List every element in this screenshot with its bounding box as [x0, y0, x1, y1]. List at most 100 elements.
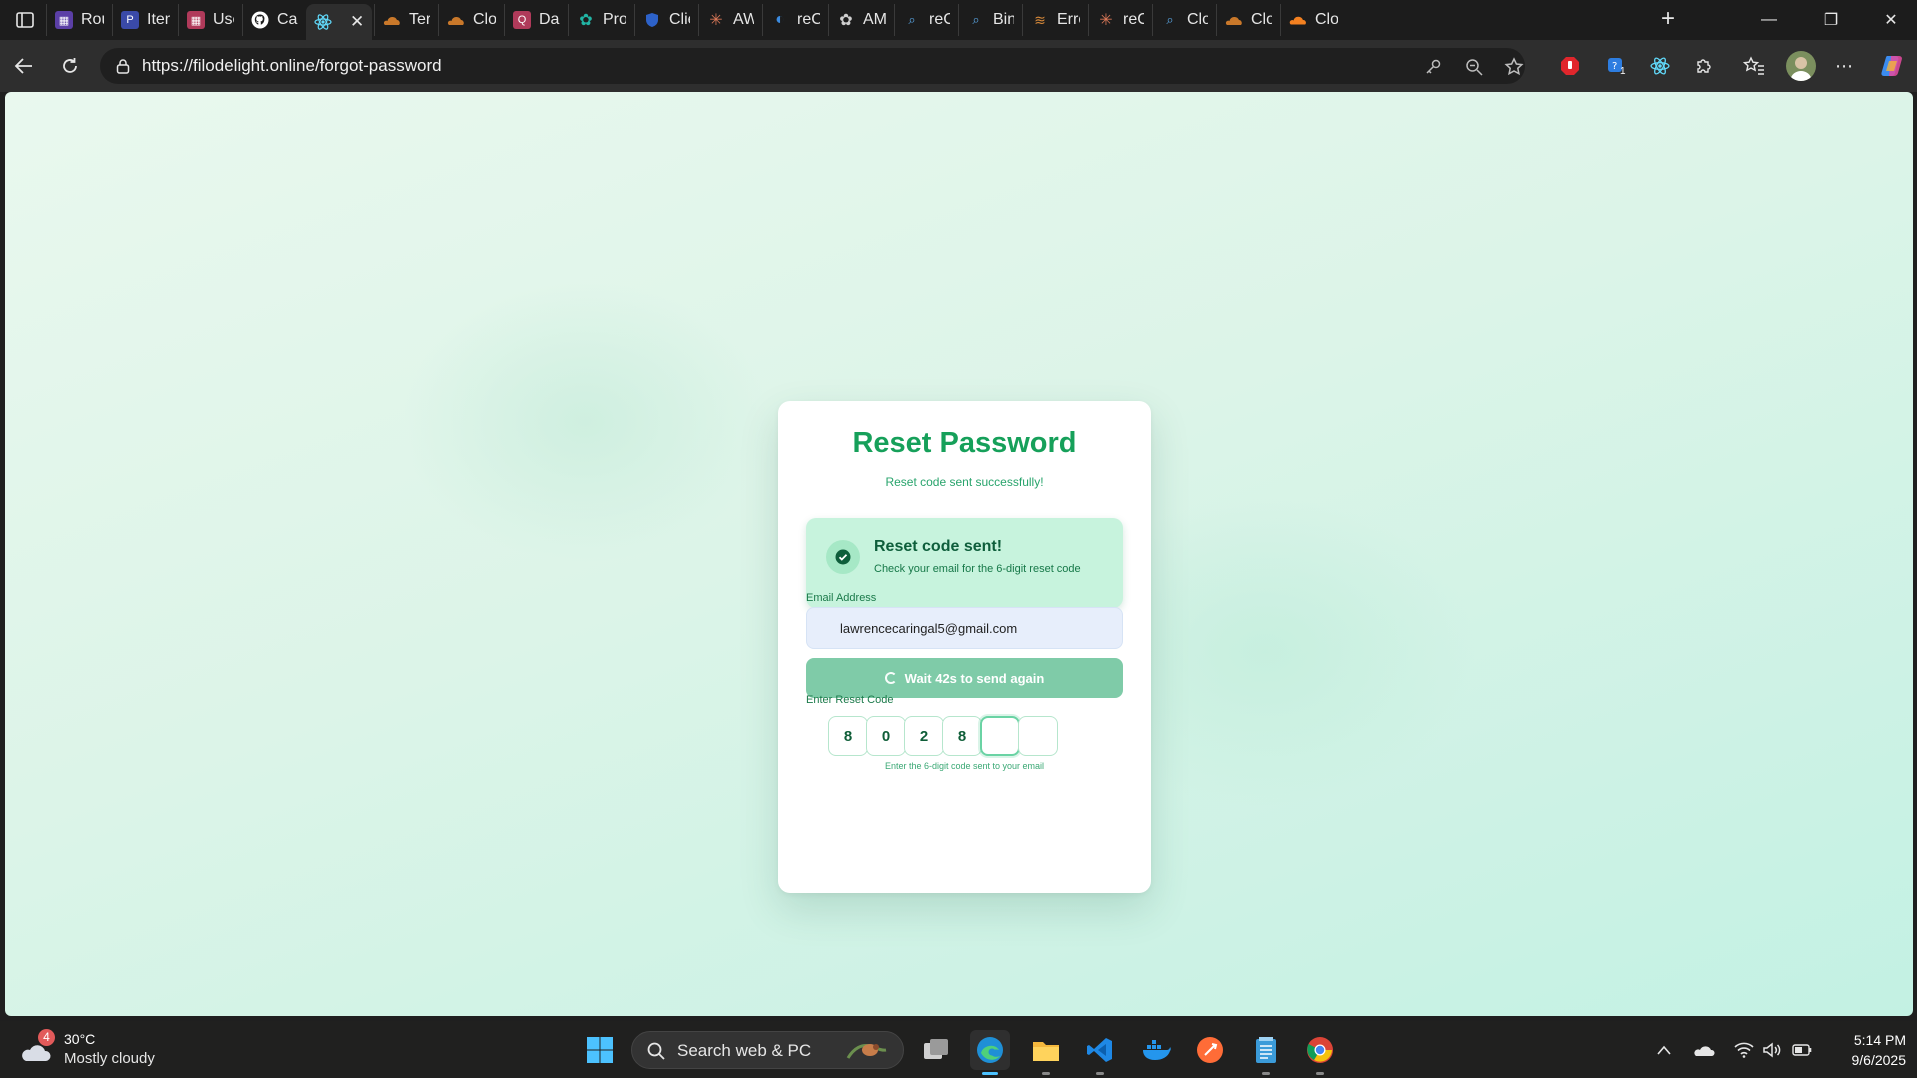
sidebar-toggle-icon[interactable]	[12, 8, 38, 32]
file-explorer-button[interactable]	[1026, 1030, 1066, 1075]
adblock-extension-icon[interactable]	[1556, 52, 1584, 80]
running-indicator	[1262, 1072, 1270, 1075]
vscode-button[interactable]	[1080, 1030, 1120, 1075]
key-icon[interactable]	[1422, 56, 1444, 78]
system-clock[interactable]: 5:14 PM 9/6/2025	[1826, 1030, 1907, 1070]
github-icon	[251, 11, 269, 29]
lock-icon[interactable]	[112, 55, 134, 77]
tab-recaptcha[interactable]: ◐reCAP	[762, 4, 828, 36]
tab-products[interactable]: ✿Produ	[568, 4, 634, 36]
tab-cloudflare[interactable]: Cloud	[1280, 4, 1346, 36]
status-message: Reset code sent successfully!	[885, 475, 1044, 489]
weather-widget[interactable]: 4 30°C Mostly cloudy	[18, 1029, 168, 1069]
notepad-button[interactable]	[1246, 1030, 1286, 1075]
favorites-icon[interactable]	[1740, 52, 1768, 80]
tab-active[interactable]: S ✕	[306, 4, 372, 40]
code-digit-5[interactable]	[980, 716, 1020, 756]
browser-toolbar: https://filodelight.online/forgot-passwo…	[0, 40, 1917, 92]
close-window-button[interactable]: ✕	[1868, 6, 1914, 34]
docker-button[interactable]	[1136, 1030, 1176, 1070]
taskbar-search[interactable]: Search web & PC	[631, 1031, 904, 1069]
app-icon: ▦	[55, 11, 73, 29]
sparkle-icon: ✳	[709, 12, 723, 29]
sparkle-icon: ✳	[1099, 12, 1113, 29]
code-digit-6[interactable]	[1018, 716, 1058, 756]
tab-items[interactable]: PItems	[112, 4, 178, 36]
tab-recaptcha-2[interactable]: ✳reCAP	[1088, 4, 1152, 36]
app-icon: P	[121, 11, 139, 29]
tab-bing[interactable]: ⌕Bing	[958, 4, 1022, 36]
cloud-icon	[383, 11, 401, 29]
page-viewport: Reset Password Reset code sent successfu…	[5, 92, 1913, 1016]
shield-icon	[643, 11, 661, 29]
tab-cloud-2[interactable]: Cloud	[1216, 4, 1280, 36]
weather-temp: 30°C	[64, 1031, 96, 1047]
chrome-button[interactable]	[1300, 1030, 1340, 1075]
extension-icon[interactable]: ? 1	[1602, 52, 1630, 80]
tab-amp[interactable]: ✿AMP	[828, 4, 894, 36]
profile-avatar[interactable]	[1786, 51, 1816, 81]
running-indicator	[1316, 1072, 1324, 1075]
openai-icon: ✿	[579, 12, 593, 29]
alert-title: Reset code sent!	[874, 538, 1003, 555]
email-field[interactable]	[806, 607, 1123, 649]
task-view-button[interactable]	[916, 1030, 956, 1070]
tab-cloud-search[interactable]: ⌕Cloud	[1152, 4, 1216, 36]
spinner-icon	[884, 672, 897, 684]
cloud-icon	[447, 11, 465, 29]
postman-button[interactable]	[1190, 1030, 1230, 1070]
onedrive-icon[interactable]	[1692, 1038, 1716, 1062]
back-button[interactable]	[8, 50, 40, 82]
search-highlight-icon	[846, 1044, 887, 1059]
wifi-icon[interactable]	[1732, 1038, 1756, 1062]
windows-start-button[interactable]	[580, 1030, 620, 1070]
stack-icon: ≋	[1034, 11, 1046, 28]
running-indicator	[1042, 1072, 1050, 1075]
resend-code-button[interactable]: Wait 42s to send again	[806, 658, 1123, 698]
show-hidden-icons[interactable]	[1652, 1038, 1676, 1062]
tab-aws[interactable]: ✳AWS	[698, 4, 762, 36]
taskbar-search-placeholder: Search web & PC	[677, 1041, 812, 1060]
more-menu-icon[interactable]: ⋯	[1830, 52, 1858, 80]
tab-dashboard[interactable]: QDasht	[504, 4, 568, 36]
tab-client[interactable]: Client	[634, 4, 698, 36]
reload-button[interactable]	[54, 50, 86, 82]
restore-button[interactable]: ❐	[1808, 6, 1854, 34]
code-digit-3[interactable]	[904, 716, 944, 756]
running-indicator	[1096, 1072, 1104, 1075]
code-digit-4[interactable]	[942, 716, 982, 756]
email-label: Email Address	[806, 592, 877, 604]
tab-route[interactable]: ▦Route	[46, 4, 112, 36]
tab-cloud[interactable]: Cloud	[438, 4, 504, 36]
extensions-puzzle-icon[interactable]	[1690, 52, 1718, 80]
favorite-star-icon[interactable]	[1503, 56, 1525, 78]
address-bar[interactable]: https://filodelight.online/forgot-passwo…	[100, 48, 1525, 84]
minimize-button[interactable]: —	[1746, 6, 1792, 34]
volume-icon[interactable]	[1760, 1038, 1784, 1062]
active-indicator	[982, 1072, 998, 1075]
new-tab-button[interactable]: +	[1654, 6, 1682, 34]
search-icon: ⌕	[972, 12, 980, 27]
url-text: https://filodelight.online/forgot-passwo…	[142, 56, 442, 75]
extension-badge: 1	[1620, 66, 1626, 77]
search-icon: ⌕	[908, 12, 916, 27]
edge-icon: ◐	[775, 11, 785, 28]
edge-taskbar-button[interactable]	[970, 1030, 1010, 1075]
cloudflare-icon	[1289, 11, 1307, 29]
page-title: Reset Password	[852, 427, 1077, 459]
tab-terms[interactable]: Terms	[374, 4, 438, 36]
react-devtools-icon[interactable]	[1646, 52, 1674, 80]
tab-github[interactable]: Carin	[242, 4, 306, 36]
battery-icon[interactable]	[1790, 1038, 1814, 1062]
tab-recaptcha-search[interactable]: ⌕reCAP	[894, 4, 958, 36]
close-tab-icon[interactable]: ✕	[350, 12, 364, 32]
reset-code-label: Enter Reset Code	[806, 694, 894, 706]
code-digit-2[interactable]	[866, 716, 906, 756]
weather-badge: 4	[38, 1029, 55, 1046]
tab-users[interactable]: ▦Users	[178, 4, 242, 36]
copilot-icon[interactable]	[1878, 52, 1906, 80]
tab-error[interactable]: ≋Error	[1022, 4, 1088, 36]
code-digit-1[interactable]	[828, 716, 868, 756]
zoom-icon[interactable]	[1463, 56, 1485, 78]
taskbar: 4 30°C Mostly cloudy Search web & PC 5:1…	[0, 1021, 1917, 1078]
